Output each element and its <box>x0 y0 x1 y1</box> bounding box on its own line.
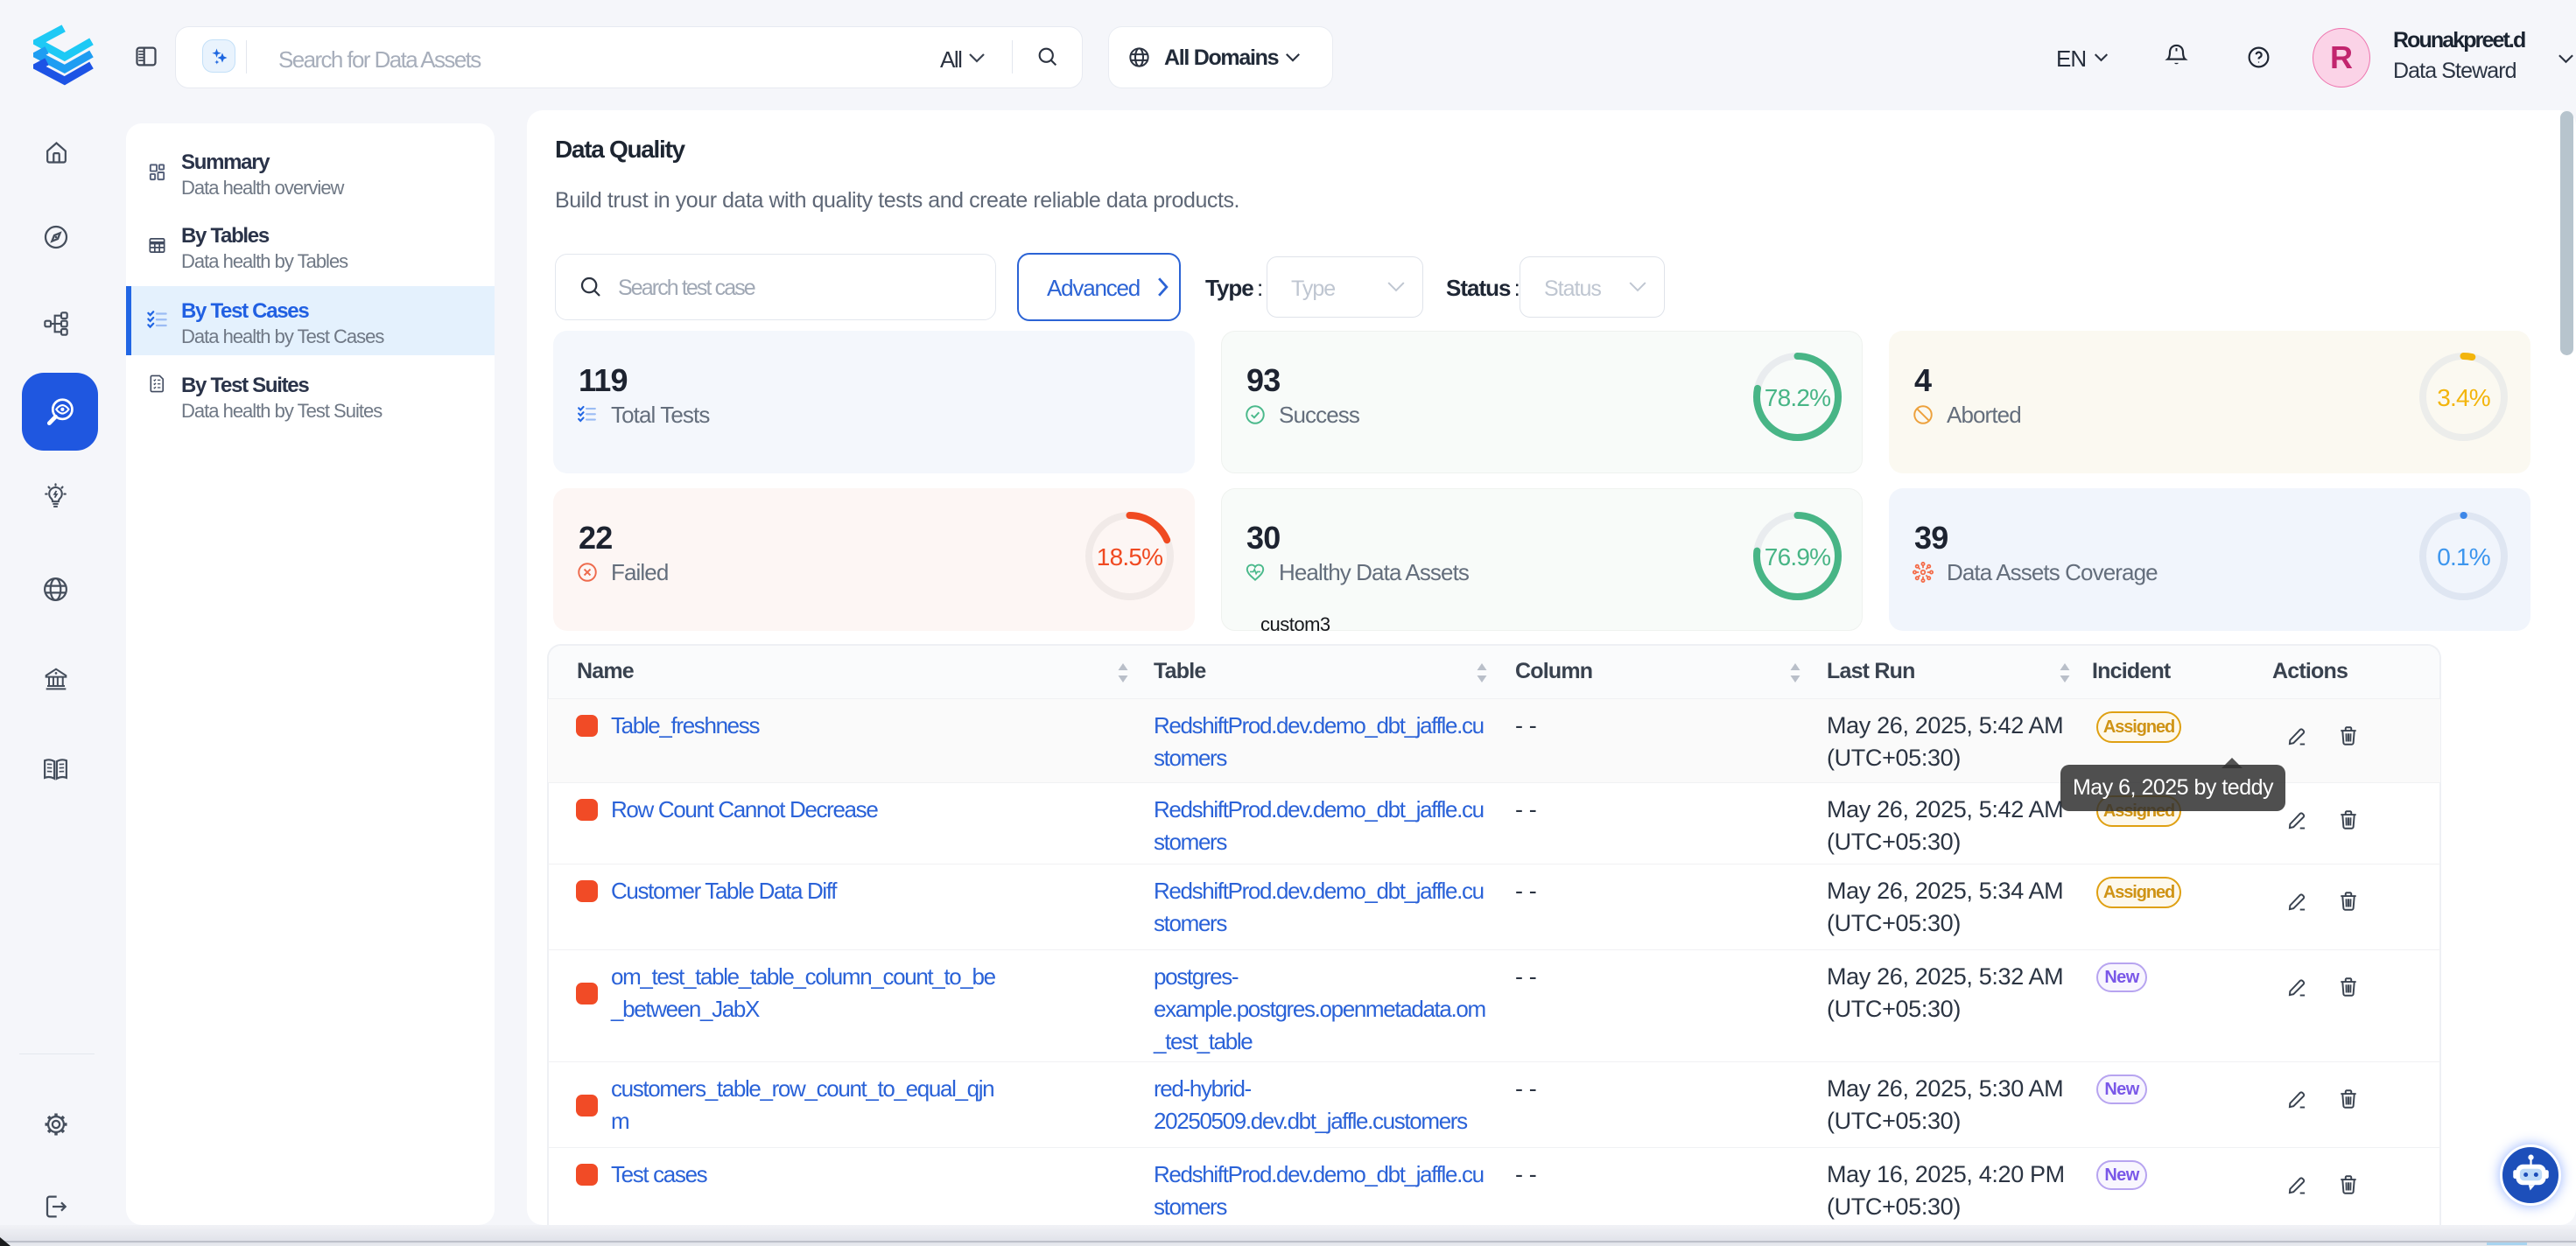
svg-text:18.5%: 18.5% <box>1097 543 1162 570</box>
svg-text:78.2%: 78.2% <box>1765 384 1830 411</box>
svg-text:76.9%: 76.9% <box>1765 543 1830 570</box>
svg-text:3.4%: 3.4% <box>2437 384 2490 411</box>
svg-text:0.1%: 0.1% <box>2437 543 2490 570</box>
